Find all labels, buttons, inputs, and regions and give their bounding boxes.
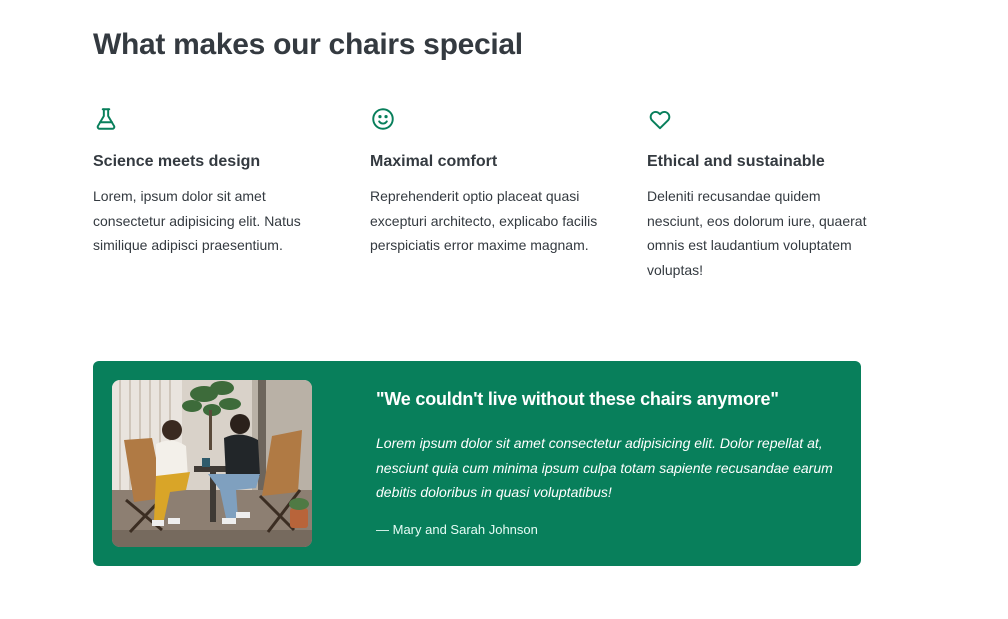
testimonial-photo <box>112 380 312 547</box>
feature-title: Maximal comfort <box>370 153 498 170</box>
flask-icon <box>93 106 119 132</box>
feature-comfort: Maximal comfort Reprehenderit optio plac… <box>370 106 600 258</box>
testimonial-author: — Mary and Sarah Johnson <box>376 522 538 537</box>
section-title: What makes our chairs special <box>93 28 523 61</box>
smiley-icon <box>370 106 396 132</box>
feature-title: Ethical and sustainable <box>647 153 825 170</box>
page: What makes our chairs special Science me… <box>0 0 1008 619</box>
feature-title: Science meets design <box>93 153 261 170</box>
testimonial-text: Lorem ipsum dolor sit amet consectetur a… <box>376 435 833 500</box>
heart-icon <box>647 106 673 132</box>
feature-ethical: Ethical and sustainable Deleniti recusan… <box>647 106 877 282</box>
testimonial-quote-title: "We couldn't live without these chairs a… <box>376 389 779 409</box>
feature-text: Lorem, ipsum dolor sit amet consectetur … <box>93 188 301 253</box>
testimonial-card: "We couldn't live without these chairs a… <box>93 361 861 566</box>
feature-text: Reprehenderit optio placeat quasi except… <box>370 188 598 253</box>
feature-text: Deleniti recusandae quidem nesciunt, eos… <box>647 188 867 278</box>
feature-science: Science meets design Lorem, ipsum dolor … <box>93 106 323 258</box>
